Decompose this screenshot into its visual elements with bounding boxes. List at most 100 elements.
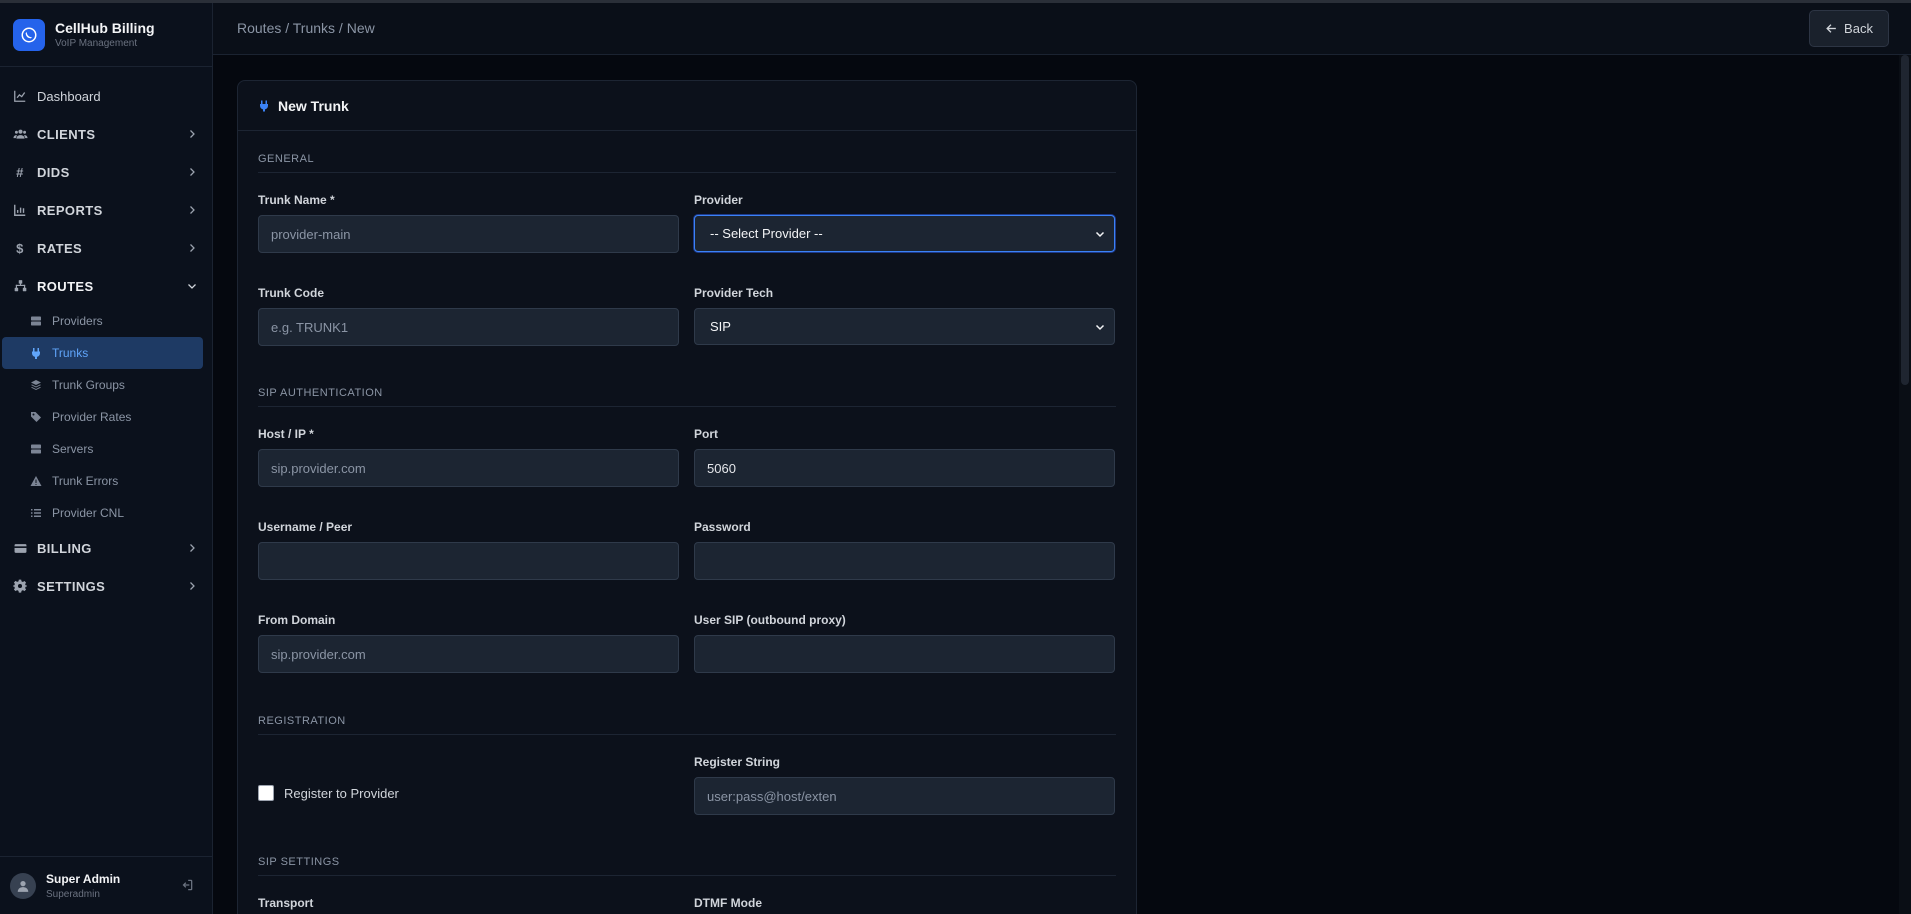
plug-icon xyxy=(258,99,270,113)
breadcrumb: Routes / Trunks / New xyxy=(237,20,375,36)
register-checkbox-label: Register to Provider xyxy=(284,785,399,801)
sidebar-subitem-provider-cnl[interactable]: Provider CNL xyxy=(0,497,212,529)
sidebar-subitem-label: Trunk Errors xyxy=(52,474,119,488)
username-label: Username / Peer xyxy=(258,520,353,534)
sidebar-item-dids[interactable]: # DIDS xyxy=(0,153,212,191)
sidebar-item-billing[interactable]: BILLING xyxy=(0,529,212,567)
back-button[interactable]: Back xyxy=(1809,10,1889,47)
credit-card-icon xyxy=(12,540,28,556)
chart-line-icon xyxy=(12,88,28,104)
sidebar-subitem-trunk-errors[interactable]: Trunk Errors xyxy=(0,465,212,497)
sidebar-subitem-trunks[interactable]: Trunks xyxy=(2,337,203,369)
list-icon xyxy=(29,506,43,520)
dtmf-mode-label: DTMF Mode xyxy=(694,896,762,910)
trunk-name-input[interactable] xyxy=(258,215,679,253)
section-general: GENERAL xyxy=(258,153,1116,173)
sidebar-item-label: Dashboard xyxy=(37,88,101,104)
register-checkbox[interactable] xyxy=(258,785,274,801)
user-name: Super Admin xyxy=(46,871,121,886)
brand: CellHub Billing VoIP Management xyxy=(0,3,212,67)
from-domain-input[interactable] xyxy=(258,635,679,673)
provider-label: Provider xyxy=(694,193,743,207)
gear-icon xyxy=(12,578,28,594)
sidebar-item-settings[interactable]: SETTINGS xyxy=(0,567,212,605)
sidebar-subitem-label: Providers xyxy=(52,314,103,328)
users-icon xyxy=(12,126,28,142)
provider-select-value: -- Select Provider -- xyxy=(710,226,823,241)
sidebar-nav: Dashboard CLIENTS # DIDS REPORTS $ RATES xyxy=(0,67,212,605)
provider-select[interactable]: -- Select Provider -- xyxy=(694,215,1115,252)
warning-icon xyxy=(29,474,43,488)
chevron-right-icon xyxy=(186,580,198,592)
sidebar-subitem-servers[interactable]: Servers xyxy=(0,433,212,465)
sidebar-subitem-trunk-groups[interactable]: Trunk Groups xyxy=(0,369,212,401)
chevron-right-icon xyxy=(186,542,198,554)
provider-tech-label: Provider Tech xyxy=(694,286,774,300)
username-field: Username / Peer xyxy=(258,520,679,580)
phone-logo-icon xyxy=(13,18,45,51)
sidebar-item-reports[interactable]: REPORTS xyxy=(0,191,212,229)
password-label: Password xyxy=(694,520,751,534)
chevron-right-icon xyxy=(186,166,198,178)
sidebar-subitem-provider-rates[interactable]: Provider Rates xyxy=(0,401,212,433)
chart-bar-icon xyxy=(12,202,28,218)
sidebar-subitem-label: Servers xyxy=(52,442,94,456)
host-input[interactable] xyxy=(258,449,679,487)
provider-tech-select-value: SIP xyxy=(710,319,731,334)
user-sip-field: User SIP (outbound proxy) xyxy=(694,613,1115,673)
section-sip-authentication: SIP AUTHENTICATION xyxy=(258,387,1116,407)
chevron-right-icon xyxy=(186,204,198,216)
provider-tech-select[interactable]: SIP xyxy=(694,308,1115,345)
password-input[interactable] xyxy=(694,542,1115,580)
hash-icon: # xyxy=(16,164,24,180)
register-string-field: Register String xyxy=(694,755,1115,815)
host-label: Host / IP * xyxy=(258,427,314,441)
sidebar-item-label: SETTINGS xyxy=(37,578,106,594)
register-checkbox-row[interactable]: Register to Provider xyxy=(258,785,399,801)
sidebar-subitem-label: Provider CNL xyxy=(52,506,125,520)
provider-field: Provider -- Select Provider -- xyxy=(694,193,1115,252)
sidebar-subitem-label: Trunks xyxy=(52,346,89,360)
trunk-name-field: Trunk Name * xyxy=(258,193,679,253)
sidebar-item-label: REPORTS xyxy=(37,202,103,218)
sidebar-item-clients[interactable]: CLIENTS xyxy=(0,115,212,153)
sidebar-item-rates[interactable]: $ RATES xyxy=(0,229,212,267)
sidebar-item-label: ROUTES xyxy=(37,278,94,294)
logout-icon[interactable] xyxy=(180,878,194,897)
plug-icon xyxy=(29,346,43,360)
from-domain-label: From Domain xyxy=(258,613,336,627)
port-label: Port xyxy=(694,427,718,441)
host-field: Host / IP * xyxy=(258,427,679,487)
transport-label: Transport xyxy=(258,896,314,910)
brand-subtitle: VoIP Management xyxy=(55,38,138,49)
tags-icon xyxy=(29,410,43,424)
dtmf-mode-field: DTMF Mode xyxy=(694,896,1115,914)
back-button-label: Back xyxy=(1844,21,1873,36)
sidebar-subitem-providers[interactable]: Providers xyxy=(0,305,212,337)
username-input[interactable] xyxy=(258,542,679,580)
chevron-right-icon xyxy=(186,128,198,140)
user-sip-label: User SIP (outbound proxy) xyxy=(694,613,846,627)
sidebar-item-label: BILLING xyxy=(37,540,92,556)
sidebar-item-label: CLIENTS xyxy=(37,126,96,142)
sidebar-item-routes[interactable]: ROUTES xyxy=(0,267,212,305)
card-title: New Trunk xyxy=(278,97,349,114)
arrow-left-icon xyxy=(1826,24,1836,33)
sidebar-item-dashboard[interactable]: Dashboard xyxy=(0,77,212,115)
transport-field: Transport xyxy=(258,896,679,914)
sitemap-icon xyxy=(12,278,28,294)
trunk-code-label: Trunk Code xyxy=(258,286,325,300)
port-input[interactable] xyxy=(694,449,1115,487)
register-string-input[interactable] xyxy=(694,777,1115,815)
sidebar-subitem-label: Provider Rates xyxy=(52,410,132,424)
user-sip-input[interactable] xyxy=(694,635,1115,673)
trunk-code-field: Trunk Code xyxy=(258,286,679,346)
brand-title: CellHub Billing xyxy=(55,20,155,36)
layers-icon xyxy=(29,378,43,392)
trunk-code-input[interactable] xyxy=(258,308,679,346)
server-icon xyxy=(29,442,43,456)
from-domain-field: From Domain xyxy=(258,613,679,673)
chevron-right-icon xyxy=(186,242,198,254)
page-scrollbar-thumb[interactable] xyxy=(1901,55,1909,385)
sidebar: CellHub Billing VoIP Management Dashboar… xyxy=(0,3,213,914)
